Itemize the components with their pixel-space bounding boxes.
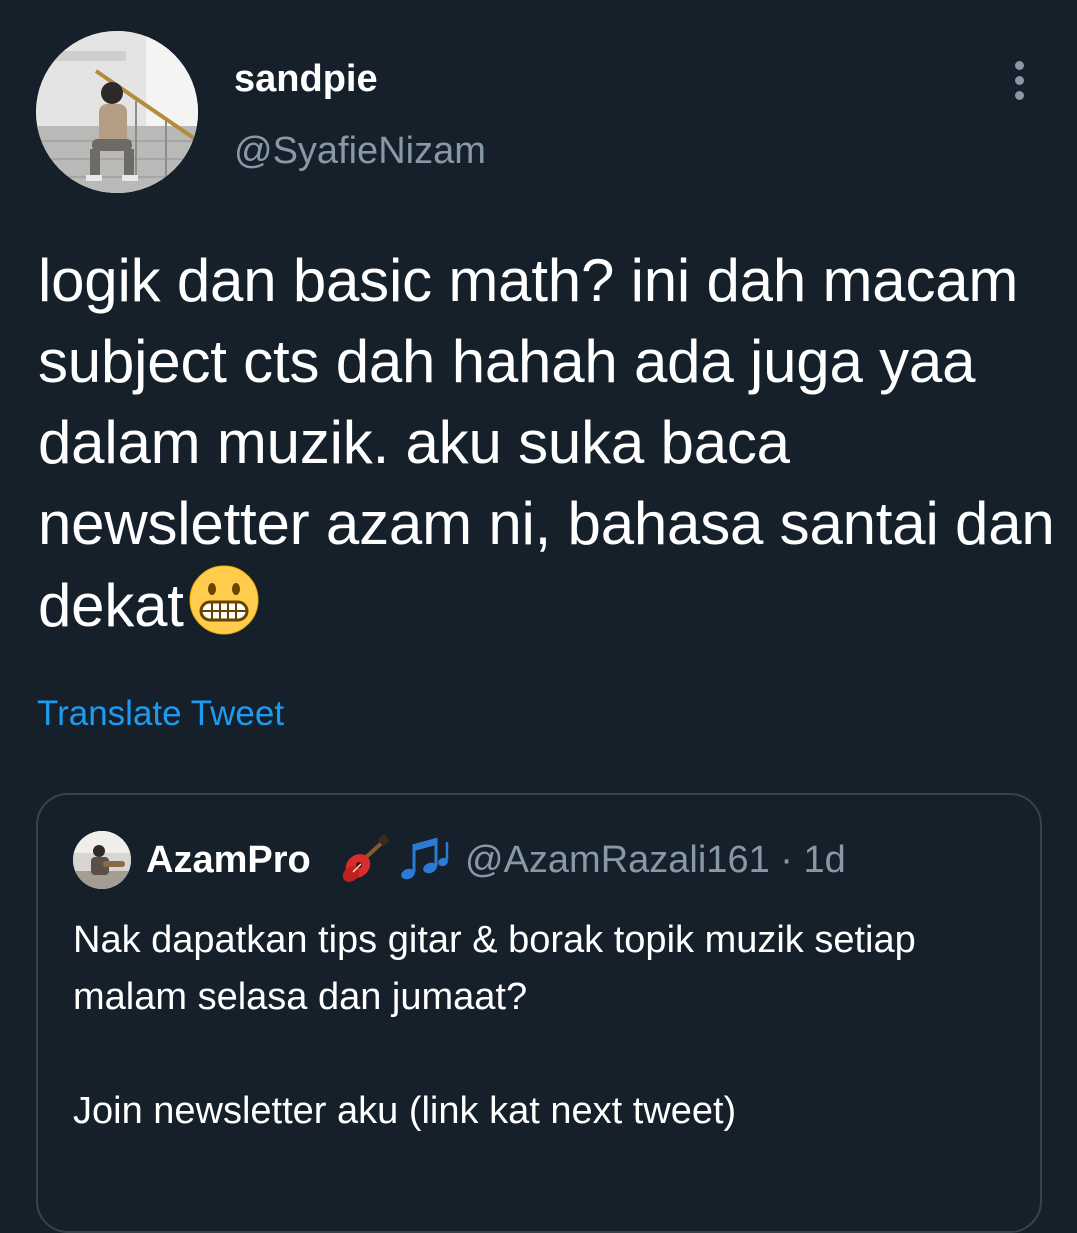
- tweet-text: logik dan basic math? ini dah macam subj…: [38, 240, 1058, 656]
- author-avatar[interactable]: [36, 31, 198, 193]
- more-options-icon[interactable]: [1000, 58, 1040, 102]
- quoted-author-handle[interactable]: @AzamRazali161 · 1d: [465, 838, 846, 882]
- author-handle[interactable]: @SyafieNizam: [234, 128, 486, 174]
- quoted-author-avatar[interactable]: [73, 831, 131, 889]
- guitar-icon: [341, 834, 391, 889]
- author-name[interactable]: sandpie: [234, 56, 378, 102]
- quoted-tweet-text: Nak dapatkan tips gitar & borak topik mu…: [73, 919, 916, 1132]
- quoted-author-name[interactable]: AzamPro: [146, 838, 311, 882]
- translate-tweet-link[interactable]: Translate Tweet: [37, 693, 284, 735]
- musical-notes-icon: [398, 834, 452, 889]
- grimacing-face-icon: [188, 564, 260, 656]
